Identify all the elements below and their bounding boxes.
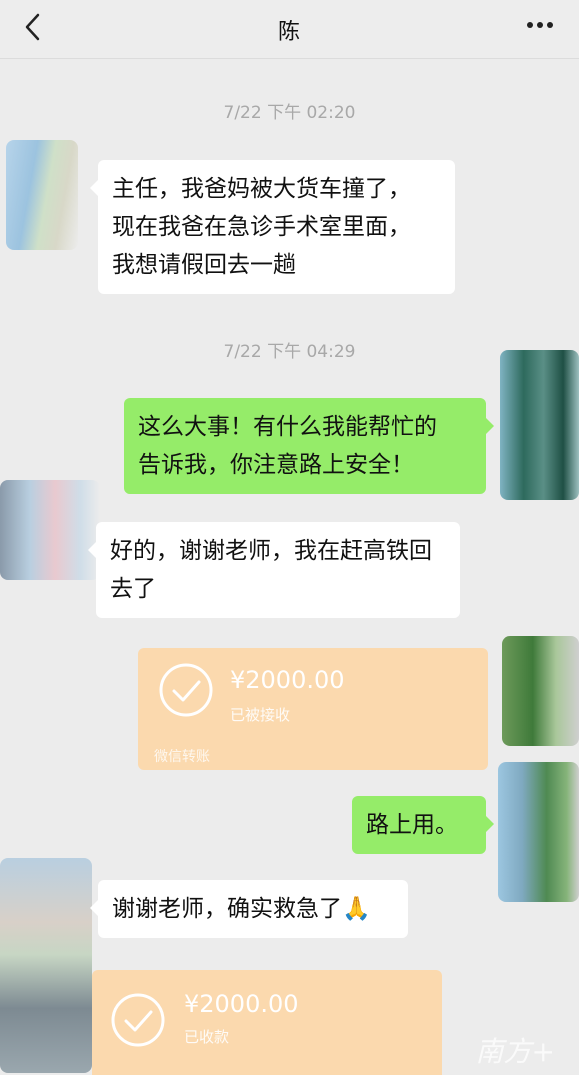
contact-avatar[interactable] [0,480,100,580]
transfer-card[interactable]: ¥2000.00 已收款 [92,970,442,1075]
transfer-status: 已收款 [184,1028,230,1046]
contact-avatar[interactable] [0,858,92,1073]
timestamp: 7/22 下午 04:29 [223,342,356,362]
self-avatar[interactable] [500,350,579,500]
transfer-card[interactable]: ¥2000.00 已被接收 微信转账 [138,648,488,770]
message-line: 告诉我，你注意路上安全！ [138,452,414,478]
message-line: 好的，谢谢老师，我在赶高铁回 [110,538,432,564]
message-line: 路上用。 [366,812,458,838]
transfer-status: 已被接收 [230,706,291,724]
chat-title: 陈 [277,20,301,45]
message-line: 我想请假回去一趟 [112,252,296,278]
message-line: 主任，我爸妈被大货车撞了， [112,176,411,202]
timestamp: 7/22 下午 02:20 [223,103,356,123]
self-avatar[interactable] [502,636,579,746]
transfer-footer: 微信转账 [154,749,210,765]
watermark-logo: 南方+ [475,1035,555,1068]
message-bubble-incoming[interactable]: 谢谢老师，确实救急了🙏 [90,880,408,938]
transfer-amount: ¥2000.00 [230,666,345,694]
message-line: 现在我爸在急诊手术室里面， [112,214,411,240]
check-circle-icon [159,663,213,717]
message-bubble-outgoing[interactable]: 路上用。 [352,796,494,854]
message-bubble-incoming[interactable]: 好的，谢谢老师，我在赶高铁回 去了 [88,522,460,618]
chat-header: 陈 [0,0,579,59]
check-circle-icon [111,993,165,1047]
transfer-amount: ¥2000.00 [184,990,299,1018]
ellipsis-icon[interactable] [523,10,557,40]
message-bubble-outgoing[interactable]: 这么大事！有什么我能帮忙的 告诉我，你注意路上安全！ [124,398,494,494]
self-avatar[interactable] [498,762,579,902]
message-line: 这么大事！有什么我能帮忙的 [138,414,437,440]
message-bubble-incoming[interactable]: 主任，我爸妈被大货车撞了， 现在我爸在急诊手术室里面， 我想请假回去一趟 [90,160,455,294]
contact-avatar[interactable] [6,140,78,250]
message-line: 去了 [110,576,156,602]
message-line: 谢谢老师，确实救急了🙏 [112,896,371,922]
